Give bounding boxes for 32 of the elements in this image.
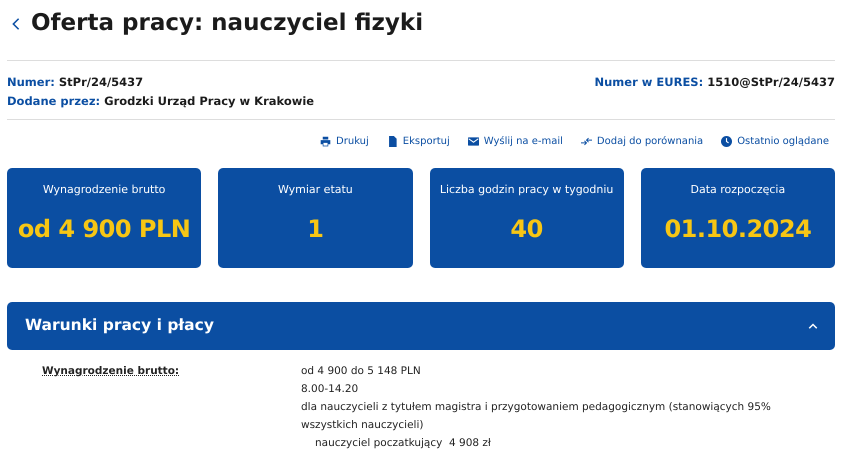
tile-label: Wymiar etatu <box>276 182 354 198</box>
page-title: Oferta pracy: nauczyciel fizyki <box>31 10 424 38</box>
meta-label: Numer w EURES: <box>594 74 704 91</box>
action-link[interactable]: Drukuj <box>320 128 369 154</box>
action-link[interactable]: Dodaj do porównania <box>580 128 704 154</box>
field-value: 8.00-14.20 <box>301 382 360 397</box>
tile-label: Liczba godzin pracy w tygodniu <box>438 182 614 198</box>
meta-value: 1510@StPr/24/5437 <box>707 74 835 91</box>
tile-value: 40 <box>509 214 544 244</box>
meta-value: StPr/24/5437 <box>58 74 144 91</box>
clock-icon <box>721 136 732 146</box>
tile-value: od 4 900 PLN <box>16 214 192 244</box>
section-title: Warunki pracy i płacy <box>25 315 214 336</box>
meta-label: Dodane przez: <box>7 93 100 110</box>
printer-icon <box>320 136 332 146</box>
meta-value: Grodzki Urząd Pracy w Krakowie <box>104 93 314 110</box>
document-icon <box>386 136 398 146</box>
tile-value: 01.10.2024 <box>663 214 812 244</box>
envelope-icon <box>468 136 479 146</box>
field-value: od 4 900 do 5 148 PLN <box>301 364 422 379</box>
section-header[interactable]: Warunki pracy i płacy <box>7 302 835 350</box>
tile-value: 1 <box>306 214 324 244</box>
field-label: Wynagrodzenie brutto: <box>42 365 180 377</box>
swap-arrows-icon <box>580 136 592 146</box>
tile-label: Wynagrodzenie brutto <box>42 182 166 198</box>
field-value: dla nauczycieli z tytułem magistra i przygotowaniem pedagogicznym (stanowiących 95% wszystkich nauczycieli) <box>301 400 771 433</box>
tile-label: Data rozpoczęcia <box>690 182 786 198</box>
action-link[interactable]: Eksportuj <box>386 128 450 154</box>
meta-label: Numer: <box>7 74 55 91</box>
field-value: nauczyciel poczatkujący 4 908 zł <box>314 436 492 451</box>
action-link[interactable]: Ostatnio oglądane <box>721 128 829 154</box>
action-link[interactable]: Wyślij na e-mail <box>468 128 563 154</box>
